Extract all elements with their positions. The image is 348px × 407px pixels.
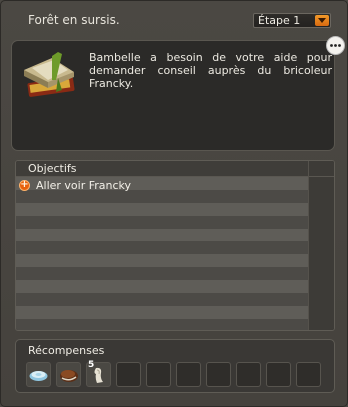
step-dropdown-value: Étape 1 bbox=[258, 14, 301, 27]
objectives-header: Objectifs bbox=[16, 161, 334, 177]
list-row bbox=[16, 254, 308, 268]
list-row bbox=[16, 215, 308, 229]
objectives-title: Objectifs bbox=[28, 162, 77, 175]
list-row bbox=[16, 228, 308, 242]
list-row bbox=[16, 318, 308, 330]
list-row bbox=[16, 293, 308, 306]
reward-slot-empty[interactable] bbox=[146, 362, 171, 387]
list-row bbox=[16, 305, 308, 319]
quest-title: Forêt en sursis. bbox=[28, 13, 120, 27]
plus-circle-icon[interactable]: + bbox=[19, 179, 30, 191]
rewards-title: Récompenses bbox=[28, 344, 105, 357]
reward-slot-empty[interactable] bbox=[296, 362, 321, 387]
list-row bbox=[16, 280, 308, 294]
reward-slot[interactable] bbox=[26, 362, 51, 387]
more-options-button[interactable] bbox=[326, 36, 345, 55]
ellipsis-icon bbox=[330, 44, 341, 47]
reward-slot[interactable]: 5 bbox=[86, 360, 111, 387]
chevron-down-icon[interactable] bbox=[315, 15, 329, 26]
quest-description-panel: Bambelle a besoin de votre aide pour dem… bbox=[11, 40, 335, 151]
rewards-panel: Récompenses 5 bbox=[15, 339, 335, 393]
blue-dish-icon bbox=[29, 371, 48, 381]
objective-item[interactable]: + Aller voir Francky bbox=[19, 179, 299, 193]
list-row bbox=[16, 241, 308, 255]
objectives-scrollbar[interactable] bbox=[308, 161, 334, 330]
brown-food-icon bbox=[60, 370, 78, 382]
reward-slot-empty[interactable] bbox=[236, 362, 261, 387]
reward-slot-empty[interactable] bbox=[116, 362, 141, 387]
quest-description: Bambelle a besoin de votre aide pour dem… bbox=[89, 51, 332, 90]
reward-quantity: 5 bbox=[88, 360, 95, 370]
reward-slot-empty[interactable] bbox=[176, 362, 201, 387]
reward-slot[interactable] bbox=[56, 362, 81, 387]
objectives-list bbox=[16, 177, 308, 330]
reward-slot-empty[interactable] bbox=[206, 362, 231, 387]
book-quest-icon bbox=[24, 52, 75, 97]
step-dropdown[interactable]: Étape 1 bbox=[253, 13, 331, 28]
objective-label: Aller voir Francky bbox=[36, 179, 132, 192]
reward-slot-empty[interactable] bbox=[266, 362, 291, 387]
objectives-panel: Objectifs + Aller voir Francky bbox=[15, 160, 335, 331]
list-row bbox=[16, 267, 308, 281]
list-row bbox=[16, 202, 308, 216]
quest-header: Forêt en sursis. Étape 1 bbox=[0, 0, 348, 40]
